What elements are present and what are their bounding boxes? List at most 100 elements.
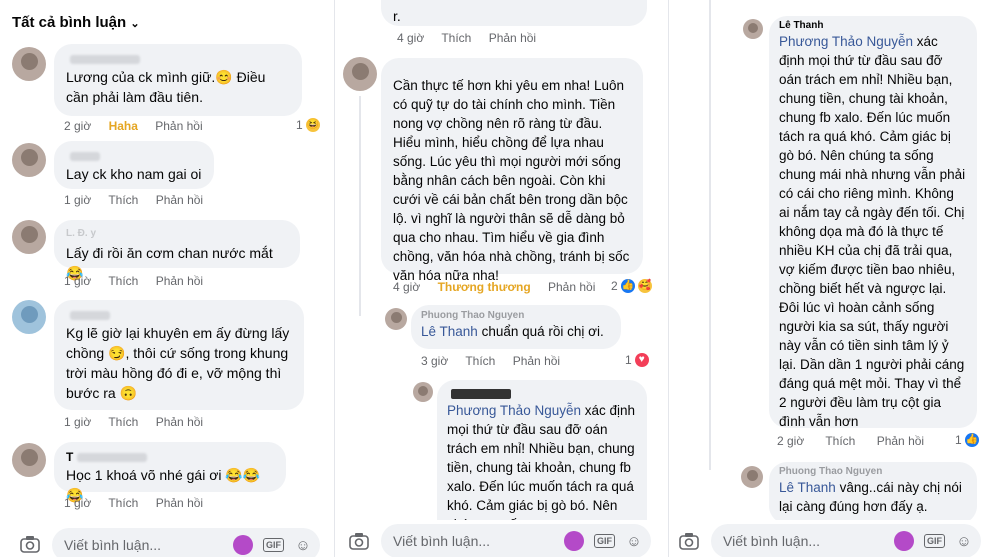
thread-line	[709, 0, 711, 470]
comment-time[interactable]: 1 giờ	[64, 274, 91, 288]
reply-button[interactable]: Phản hồi	[513, 354, 560, 368]
gif-icon[interactable]: GIF	[594, 534, 615, 548]
comment-bubble: T Học 1 khoá võ nhé gái ơi 😂😂😂	[54, 442, 286, 503]
comment-author[interactable]: Phuong Thao Nguyen	[779, 466, 967, 478]
reaction-number: 2	[611, 279, 618, 293]
gif-icon[interactable]: GIF	[924, 534, 945, 548]
mention-link[interactable]: Phương Thảo Nguyễn	[779, 34, 913, 49]
mention-link[interactable]: Phương Thảo Nguyễn	[447, 403, 581, 418]
comment-bubble: Lương của ck mình giữ.😊 Điều cần phải là…	[54, 44, 302, 116]
comment-time[interactable]: 1 giờ	[64, 415, 91, 429]
avatar[interactable]	[741, 466, 763, 488]
avatar[interactable]	[12, 143, 46, 177]
thread-line	[359, 96, 361, 316]
comment-time[interactable]: 1 giờ	[64, 496, 91, 510]
avatar-sticker-icon[interactable]	[894, 531, 914, 551]
comment-text: Cần thực tế hơn khi yêu em nha! Luôn có …	[393, 78, 630, 283]
comment-composer[interactable]: Viết bình luận... GIF ☺	[52, 528, 320, 557]
reaction-count[interactable]: 1 😆	[296, 118, 320, 132]
reply-button[interactable]: Phản hồi	[489, 31, 536, 45]
love-emoji-icon: ♥	[634, 353, 649, 367]
comment-input[interactable]: Viết bình luận...	[64, 537, 233, 553]
comment-text: Lê Thanh vâng..cái này chị nói lại càng …	[779, 478, 967, 516]
comment-author[interactable]	[447, 386, 637, 401]
avatar[interactable]	[385, 308, 407, 330]
reply-bubble: Lê Thanh Phương Thảo Nguyễn xác định mọi…	[769, 16, 977, 429]
reaction-count[interactable]: 1 👍	[955, 433, 979, 447]
comment-author[interactable]: Phuong Thao Nguyen	[421, 310, 611, 322]
comment-actions: 1 giờ Thích Phản hồi	[64, 415, 217, 429]
comment-composer[interactable]: Viết bình luận... GIF ☺	[381, 524, 651, 557]
comment-author[interactable]: Lê Thanh	[779, 20, 967, 32]
reply-button[interactable]: Phản hồi	[156, 274, 203, 288]
react-button[interactable]: Haha	[109, 119, 138, 133]
reply-button[interactable]: Phản hồi	[156, 415, 203, 429]
comment-input[interactable]: Viết bình luận...	[723, 533, 894, 549]
comment-bubble: r.	[381, 0, 647, 26]
avatar[interactable]	[12, 220, 46, 254]
camera-icon[interactable]	[349, 532, 369, 550]
comment-bubble: Kg lẽ giờ lại khuyên em ấy đừng lấy chồn…	[54, 300, 304, 410]
react-button[interactable]: Thương thương	[438, 280, 531, 294]
camera-icon[interactable]	[20, 535, 40, 553]
comment-actions: 2 giờ Thích Phản hồi	[777, 434, 938, 448]
comment-author[interactable]	[66, 52, 290, 67]
comment-author[interactable]	[66, 308, 292, 323]
comment-text: r.	[393, 8, 401, 24]
avatar-sticker-icon[interactable]	[564, 531, 584, 551]
avatar-sticker-icon[interactable]	[233, 535, 253, 555]
comment-author[interactable]: T	[66, 450, 274, 465]
like-button[interactable]: Thích	[108, 496, 138, 510]
camera-icon[interactable]	[679, 532, 699, 550]
care-emoji-icon: 🥰	[637, 279, 652, 293]
comment-actions: 3 giờ Thích Phản hồi	[421, 354, 574, 368]
comments-panel-left: Tất cả bình luận ⌄ Lương của ck mình giữ…	[0, 0, 330, 557]
emoji-icon[interactable]: ☺	[294, 536, 312, 554]
comment-time[interactable]: 2 giờ	[777, 434, 804, 448]
like-button[interactable]: Thích	[108, 274, 138, 288]
avatar[interactable]	[413, 382, 433, 402]
reaction-number: 1	[955, 433, 962, 447]
like-button[interactable]: Thích	[825, 434, 855, 448]
comment-time[interactable]: 2 giờ	[64, 119, 91, 133]
comment-author[interactable]	[66, 149, 202, 164]
reply-button[interactable]: Phản hồi	[155, 119, 202, 133]
filter-label: Tất cả bình luận	[12, 14, 127, 31]
gif-icon[interactable]: GIF	[263, 538, 284, 552]
avatar[interactable]	[12, 300, 46, 334]
like-emoji-icon: 👍	[620, 279, 635, 293]
reply-button[interactable]: Phản hồi	[156, 496, 203, 510]
like-button[interactable]: Thích	[441, 31, 471, 45]
avatar[interactable]	[343, 57, 377, 91]
reply-bubble: Phuong Thao Nguyen Lê Thanh chuẩn quá rồ…	[411, 305, 621, 349]
comment-input[interactable]: Viết bình luận...	[393, 533, 564, 549]
comment-text: Lay ck kho nam gai oi	[66, 166, 202, 182]
comment-composer[interactable]: Viết bình luận... GIF ☺	[711, 524, 981, 557]
reply-button[interactable]: Phản hồi	[877, 434, 924, 448]
avatar[interactable]	[12, 443, 46, 477]
like-button[interactable]: Thích	[108, 193, 138, 207]
comment-time[interactable]: 4 giờ	[397, 31, 424, 45]
mention-link[interactable]: Lê Thanh	[779, 480, 836, 495]
avatar[interactable]	[12, 47, 46, 81]
mention-link[interactable]: Lê Thanh	[421, 324, 478, 339]
comment-bubble: L. Đ. y Lấy đi rồi ăn cơm chan nước mắt …	[54, 220, 300, 281]
avatar[interactable]	[743, 19, 763, 39]
reply-text: xác định mọi thứ từ đầu sau đỡ oán trách…	[447, 403, 636, 532]
comment-bubble: Cần thực tế hơn khi yêu em nha! Luôn có …	[381, 58, 643, 283]
like-button[interactable]: Thích	[465, 354, 495, 368]
reaction-count[interactable]: 2 👍 🥰	[611, 279, 652, 293]
comment-time[interactable]: 4 giờ	[393, 280, 420, 294]
emoji-icon[interactable]: ☺	[625, 532, 643, 550]
all-comments-filter[interactable]: Tất cả bình luận ⌄	[12, 14, 140, 31]
reply-button[interactable]: Phản hồi	[548, 280, 595, 294]
comment-time[interactable]: 3 giờ	[421, 354, 448, 368]
reply-button[interactable]: Phản hồi	[156, 193, 203, 207]
reaction-count[interactable]: 1 ♥	[625, 353, 649, 367]
emoji-icon[interactable]: ☺	[955, 532, 973, 550]
comment-time[interactable]: 1 giờ	[64, 193, 91, 207]
like-button[interactable]: Thích	[108, 415, 138, 429]
reply-text: chuẩn quá rồi chị ơi.	[477, 324, 604, 339]
comment-author[interactable]: L. Đ. y	[66, 228, 288, 243]
chevron-down-icon: ⌄	[130, 18, 140, 30]
